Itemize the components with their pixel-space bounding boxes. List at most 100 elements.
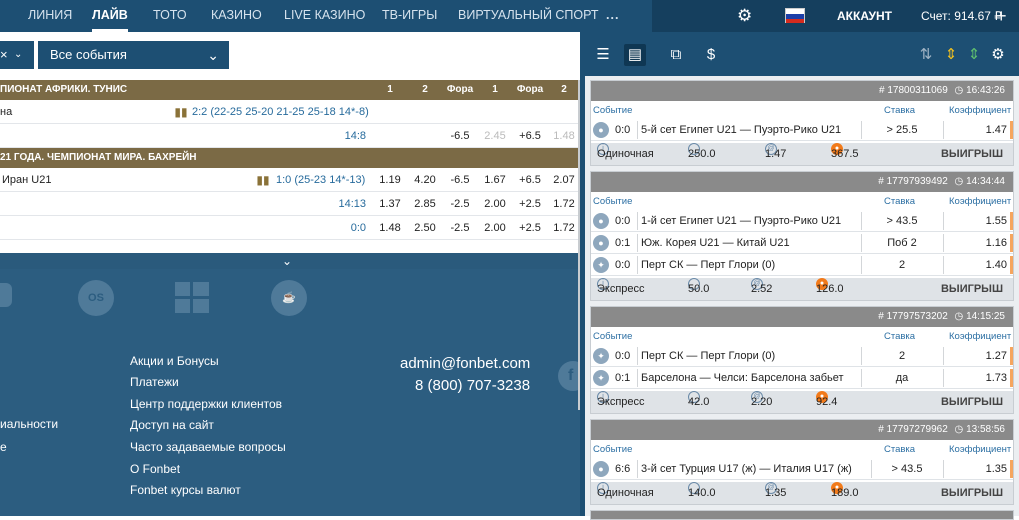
odds-fora[interactable]: +6.5	[511, 124, 549, 148]
site-footer: ⌄ OS ☕ иальности е Акции и Бонусы Платеж…	[0, 253, 588, 516]
odds-cell[interactable]: 2.50	[410, 216, 440, 240]
odds-cell[interactable]: 2.07	[550, 168, 578, 192]
league-header[interactable]: 21 ГОДА. ЧЕМПИОНАТ МИРА. БАХРЕЙН	[0, 148, 578, 168]
nav-live-casino[interactable]: LIVE КАЗИНО	[284, 0, 365, 32]
footer-link[interactable]: иальности	[0, 417, 58, 431]
bet-card[interactable]: # 17797279962 ◷ 13:58:56 Событие Ставка …	[590, 419, 1014, 505]
footer-link-currency[interactable]: Fonbet курсы валют	[130, 483, 241, 497]
footer-collapse-bar[interactable]: ⌄	[0, 253, 578, 269]
odds-fora[interactable]: -6.5	[441, 124, 479, 148]
support-phone[interactable]: 8 (800) 707-3238	[415, 377, 530, 394]
support-email[interactable]: admin@fonbet.com	[400, 355, 530, 372]
nav-toto[interactable]: ТОТО	[153, 0, 187, 32]
nav-line[interactable]: ЛИНИЯ	[28, 0, 72, 32]
col-fora: Фора	[446, 84, 474, 95]
windows-icon[interactable]	[175, 282, 209, 314]
col-event: Событие	[593, 444, 633, 455]
footer-link-payments[interactable]: Платежи	[130, 375, 179, 389]
odds-cell[interactable]: 1.67	[480, 168, 510, 192]
bet-score: 0:0	[615, 215, 631, 227]
col-coef: Коэффициент	[949, 331, 1012, 342]
bet-stake: 2	[898, 259, 906, 271]
panel-settings-gear-icon[interactable]: ⚙	[987, 44, 1009, 66]
odds-cell[interactable]: 1.72	[550, 192, 578, 216]
footer-link-support[interactable]: Центр поддержки клиентов	[130, 397, 282, 411]
odds-direction-icon[interactable]: ⇕	[963, 44, 985, 66]
nav-more[interactable]: ...	[606, 0, 619, 32]
bet-card-header: # 17797939492 ◷ 14:34:44	[591, 172, 1013, 192]
clear-filter-icon[interactable]: ×	[0, 41, 8, 69]
bet-event: Барселона — Челси: Барселона забьет	[641, 372, 844, 384]
footer-link-site-access[interactable]: Доступ на сайт	[130, 418, 214, 432]
odds-cell[interactable]: 2.00	[480, 216, 510, 240]
events-select-value: Все события	[50, 47, 127, 62]
menu-icon[interactable]: ☰	[592, 44, 614, 66]
sort-icon[interactable]: ⇅	[915, 44, 937, 66]
footer-link[interactable]: е	[0, 440, 7, 454]
bet-card[interactable]: # 17800311069 ◷ 16:43:26 Событие Ставка …	[590, 80, 1014, 166]
bet-line: ✦ 0:0 Перт СК — Перт Глори (0) 2 1.27	[591, 345, 1013, 367]
odds-cell[interactable]: 2.00	[480, 192, 510, 216]
odds-fora[interactable]: -2.5	[441, 192, 479, 216]
event-row[interactable]: 0:0 1.48 2.50 -2.5 2.00 +2.5 1.72	[0, 216, 578, 240]
bet-stake: > 25.5	[886, 124, 918, 136]
bet-sum: 140.0	[688, 487, 716, 499]
russian-flag-icon[interactable]	[785, 8, 805, 23]
odds-cell[interactable]: 1.19	[375, 168, 405, 192]
bet-score: 0:0	[615, 259, 631, 271]
multi-bet-icon[interactable]: ⧉	[665, 44, 687, 66]
event-row[interactable]: Иран U21 ▮▮ 1:0 (25-23 14*-13) 1.19 4.20…	[0, 168, 578, 192]
nav-virtual-sport[interactable]: ВИРТУАЛЬНЫЙ СПОРТ	[458, 0, 599, 32]
odds-fora[interactable]: -6.5	[441, 168, 479, 192]
bet-card[interactable]: # 17797573202 ◷ 14:15:25 Событие Ставка …	[590, 306, 1014, 414]
event-row[interactable]: на ▮▮ 2:2 (22-25 25-20 21-25 25-18 14*-8…	[0, 100, 578, 124]
odds-cell[interactable]: 1.48	[375, 216, 405, 240]
settings-gear-icon[interactable]: ⚙	[737, 0, 752, 32]
bet-type: Экспресс	[597, 283, 645, 295]
bet-payout: 189.0	[831, 487, 859, 499]
coupon-list-icon[interactable]: ▤	[624, 44, 646, 66]
android-icon[interactable]	[0, 283, 12, 307]
sport-select[interactable]: × ⌄	[0, 41, 34, 69]
bet-stake: 2	[898, 350, 906, 362]
col-stake: Ставка	[884, 444, 916, 455]
odds-cell[interactable]: 2.85	[410, 192, 440, 216]
col-coef: Коэффициент	[949, 196, 1012, 207]
odds-cell[interactable]: 1.72	[550, 216, 578, 240]
event-row[interactable]: 14:8 -6.5 2.45 +6.5 1.48	[0, 124, 578, 148]
odds-fora[interactable]: -2.5	[441, 216, 479, 240]
odds-fora[interactable]: +2.5	[511, 216, 549, 240]
bet-type: Экспресс	[597, 396, 645, 408]
odds-fora[interactable]: +6.5	[511, 168, 549, 192]
nav-tv-games[interactable]: ТВ-ИГРЫ	[382, 0, 437, 32]
volleyball-icon: ●	[593, 122, 609, 138]
stats-icon[interactable]: ▮▮	[256, 168, 270, 192]
stats-icon[interactable]: ▮▮	[174, 100, 188, 124]
events-select[interactable]: Все события ⌄	[38, 41, 229, 69]
macos-icon[interactable]: OS	[78, 280, 114, 316]
add-funds-icon[interactable]: +	[996, 0, 1007, 32]
bet-coef: 1.27	[985, 350, 1007, 362]
bet-card-header: # 17797279962 ◷ 13:58:56	[591, 420, 1013, 440]
odds-fora[interactable]: +2.5	[511, 192, 549, 216]
footer-link-about[interactable]: О Fonbet	[130, 462, 180, 476]
bet-id: # 17797573202	[878, 311, 948, 322]
panel-toolbar: ☰ ▤ ⧉ $ ⇅ ⇕ ⇕ ⚙	[585, 32, 1019, 76]
event-row[interactable]: 14:13 1.37 2.85 -2.5 2.00 +2.5 1.72	[0, 192, 578, 216]
account-link[interactable]: АККАУНТ	[837, 0, 892, 32]
team-name: Иран U21	[2, 174, 52, 186]
col-event: Событие	[593, 196, 633, 207]
odds-cell[interactable]: 4.20	[410, 168, 440, 192]
bet-card[interactable]: # 17797939492 ◷ 14:34:44 Событие Ставка …	[590, 171, 1014, 301]
odds-cell[interactable]: 2.45	[480, 124, 510, 148]
cash-out-icon[interactable]: $	[700, 44, 722, 66]
league-header[interactable]: ПИОНАТ АФРИКИ. ТУНИС 1 2 Фора 1 Фора 2	[0, 80, 578, 100]
odds-cell[interactable]: 1.37	[375, 192, 405, 216]
nav-live[interactable]: ЛАЙВ	[92, 0, 128, 32]
footer-link-faq[interactable]: Часто задаваемые вопросы	[130, 440, 286, 454]
odds-cell[interactable]: 1.48	[550, 124, 578, 148]
footer-link-promotions[interactable]: Акции и Бонусы	[130, 354, 219, 368]
odds-change-icon[interactable]: ⇕	[940, 44, 962, 66]
java-icon[interactable]: ☕	[271, 280, 307, 316]
nav-casino[interactable]: КАЗИНО	[211, 0, 262, 32]
